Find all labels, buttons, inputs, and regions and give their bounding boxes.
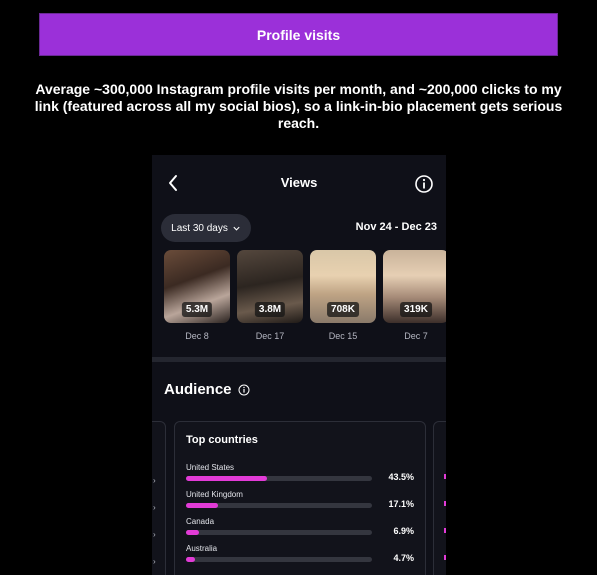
country-row: United Kingdom 17.1% bbox=[186, 490, 414, 512]
card-title: Top countries bbox=[186, 434, 258, 446]
date-range-dropdown[interactable]: Last 30 days bbox=[161, 214, 251, 242]
progress-track bbox=[186, 503, 372, 508]
bar-fragment bbox=[444, 555, 446, 560]
country-name: United Kingdom bbox=[186, 490, 243, 499]
audience-title: Audience bbox=[164, 381, 232, 398]
previous-card[interactable]: › › › › bbox=[152, 421, 166, 575]
post-thumbnail[interactable]: 5.3M bbox=[164, 250, 230, 323]
top-countries-card: Top countries United States 43.5% United… bbox=[174, 421, 426, 575]
country-percent: 6.9% bbox=[393, 526, 414, 536]
info-icon[interactable] bbox=[238, 384, 250, 396]
page-title: Views bbox=[280, 175, 318, 190]
description-text: Average ~300,000 Instagram profile visit… bbox=[34, 81, 563, 131]
chevron-right-icon: › bbox=[153, 557, 156, 566]
post-date: Dec 7 bbox=[404, 331, 428, 341]
progress-fill bbox=[186, 476, 267, 481]
next-card[interactable] bbox=[433, 421, 446, 575]
post-thumbnail[interactable]: 3.8M bbox=[237, 250, 303, 323]
top-posts-carousel[interactable]: 5.3M Dec 8 3.8M Dec 17 708K Dec 15 319K … bbox=[164, 250, 446, 341]
country-name: Australia bbox=[186, 544, 218, 553]
top-bar: Views bbox=[152, 155, 446, 211]
post-thumbnail[interactable]: 708K bbox=[310, 250, 376, 323]
country-row: Australia 4.7% bbox=[186, 544, 414, 566]
country-name: United States bbox=[186, 463, 235, 472]
progress-fill bbox=[186, 530, 199, 535]
progress-fill bbox=[186, 503, 218, 508]
profile-visits-banner: Profile visits bbox=[39, 13, 558, 56]
range-label: Last 30 days bbox=[171, 222, 228, 234]
progress-fill bbox=[186, 557, 195, 562]
chevron-right-icon: › bbox=[153, 476, 156, 485]
progress-track bbox=[186, 530, 372, 535]
country-percent: 17.1% bbox=[388, 499, 414, 509]
post-date: Dec 17 bbox=[255, 331, 285, 341]
country-percent: 4.7% bbox=[393, 553, 414, 563]
post-views: 5.3M bbox=[181, 302, 213, 317]
country-row: Canada 6.9% bbox=[186, 517, 414, 539]
banner-title: Profile visits bbox=[256, 26, 341, 43]
date-range-text: Nov 24 - Dec 23 bbox=[355, 221, 437, 233]
country-percent: 43.5% bbox=[388, 472, 414, 482]
country-name: Canada bbox=[186, 517, 215, 526]
bar-fragment bbox=[444, 474, 446, 479]
post-date: Dec 8 bbox=[185, 331, 209, 341]
post-thumbnail[interactable]: 319K bbox=[383, 250, 446, 323]
chevron-down-icon bbox=[233, 226, 240, 231]
info-icon[interactable] bbox=[414, 174, 434, 194]
bar-fragment bbox=[444, 528, 446, 533]
post-date: Dec 15 bbox=[328, 331, 358, 341]
instagram-views-screenshot: Views Last 30 days Nov 24 - Dec 23 5.3M … bbox=[152, 155, 446, 575]
section-divider bbox=[152, 357, 446, 362]
chevron-right-icon: › bbox=[153, 530, 156, 539]
post-views: 3.8M bbox=[254, 302, 286, 317]
audience-heading: Audience bbox=[164, 381, 250, 398]
chevron-right-icon: › bbox=[153, 503, 156, 512]
post-views: 319K bbox=[400, 302, 432, 317]
progress-track bbox=[186, 476, 372, 481]
progress-track bbox=[186, 557, 372, 562]
country-row: United States 43.5% bbox=[186, 463, 414, 485]
post-views: 708K bbox=[327, 302, 359, 317]
bar-fragment bbox=[444, 501, 446, 506]
